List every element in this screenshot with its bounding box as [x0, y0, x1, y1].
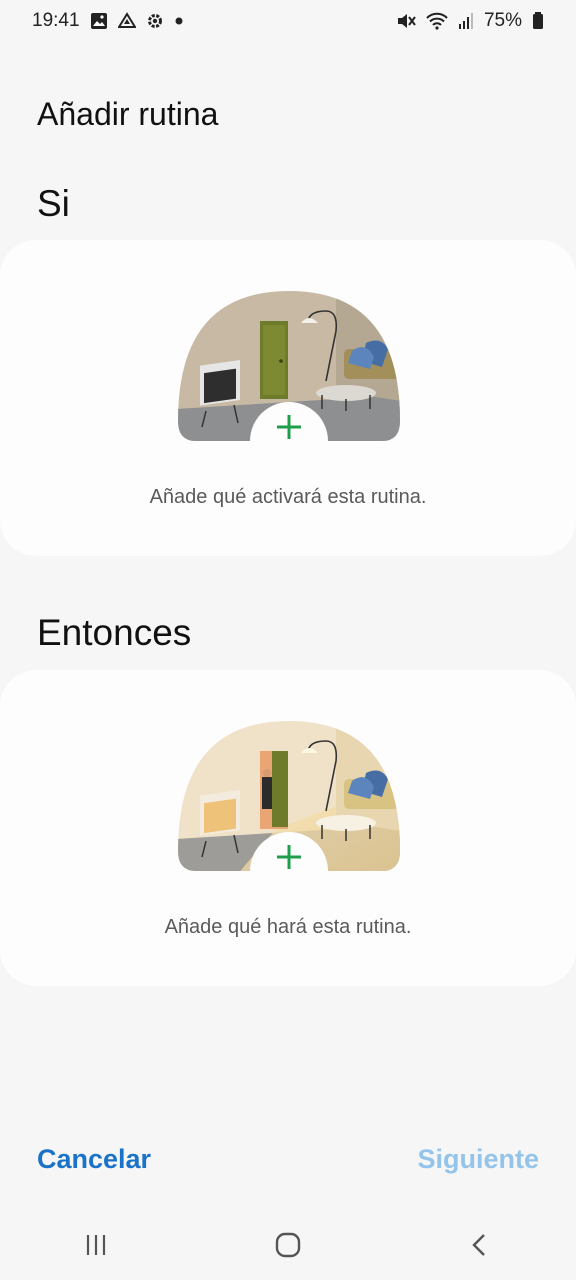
- next-button[interactable]: Siguiente: [417, 1144, 539, 1175]
- room-illustration-icon: [178, 291, 400, 441]
- cancel-button[interactable]: Cancelar: [37, 1144, 151, 1175]
- then-action-card[interactable]: Añade qué hará esta rutina.: [0, 670, 576, 986]
- navigation-bar: [0, 1210, 576, 1280]
- recent-apps-icon[interactable]: [56, 1215, 136, 1275]
- then-section-label: Entonces: [37, 612, 192, 653]
- image-icon: [90, 12, 108, 30]
- wifi-icon: [426, 12, 448, 30]
- signal-icon: [458, 12, 474, 30]
- dot-icon: [174, 16, 184, 26]
- back-icon[interactable]: [440, 1215, 520, 1275]
- status-bar: 19:41 75%: [0, 0, 576, 42]
- settings-icon: [146, 12, 164, 30]
- room-lit-illustration-icon: [178, 721, 400, 871]
- if-condition-card[interactable]: Añade qué activará esta rutina.: [0, 240, 576, 556]
- home-icon[interactable]: [248, 1215, 328, 1275]
- status-time: 19:41: [32, 10, 80, 31]
- page-title: Añadir rutina: [37, 96, 219, 132]
- battery-icon: [532, 12, 544, 30]
- if-section-label: Si: [37, 183, 70, 224]
- if-card-text: Añade qué activará esta rutina.: [149, 486, 427, 508]
- mute-icon: [396, 12, 416, 30]
- battery-percent: 75%: [483, 10, 522, 31]
- then-card-text: Añade qué hará esta rutina.: [164, 916, 412, 938]
- drive-icon: [117, 12, 136, 30]
